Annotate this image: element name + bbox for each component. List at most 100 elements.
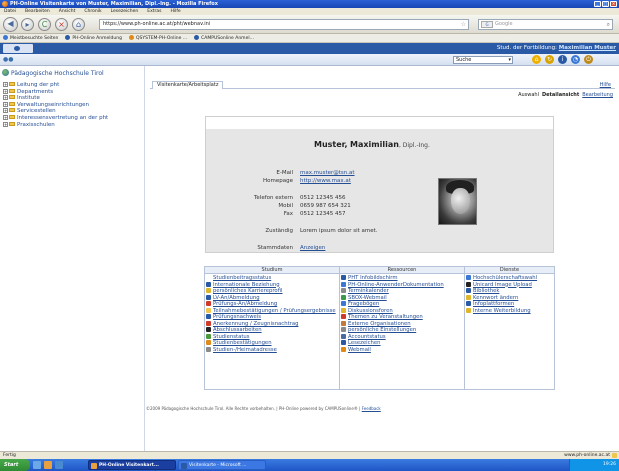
sidebar-title[interactable]: Pädagogische Hochschule Tirol <box>2 69 104 77</box>
tab-visitenkarte[interactable]: Visitenkarte/Arbeitsplatz <box>152 81 224 89</box>
service-label: Themen zu Veranstaltungen <box>348 314 423 321</box>
expand-icon[interactable]: + <box>3 121 8 127</box>
refresh-icon[interactable]: ↻ <box>545 55 554 64</box>
bookmark-label: PH-Online Anmeldung <box>72 36 122 41</box>
taskbar-firefox[interactable]: PH-Online Visitenkart... <box>88 460 176 470</box>
status-bar: Fertig www.ph-online.ac.at <box>0 451 619 459</box>
back-button[interactable]: ◀ <box>3 17 18 32</box>
bearbeitung-link[interactable]: Bearbeitung <box>582 92 613 98</box>
auswahl-link[interactable]: Auswahl <box>518 92 539 98</box>
service-icon <box>341 320 346 326</box>
logout-icon[interactable]: ⏻ <box>584 55 593 64</box>
service-link[interactable]: Webmail <box>340 347 464 354</box>
home-button[interactable]: ⌂ <box>72 18 85 31</box>
portal-nav-icons[interactable]: ●● <box>3 56 13 63</box>
bookmark-item[interactable]: Meistbesuchte Seiten <box>3 34 58 42</box>
service-label: Accountstatus <box>348 333 386 340</box>
service-icon <box>206 327 211 333</box>
maximize-button[interactable]: □ <box>602 1 609 7</box>
menu-bearbeiten[interactable]: Bearbeiten <box>25 8 50 15</box>
bookmark-icon <box>128 35 134 40</box>
last-name: Muster, <box>314 140 348 149</box>
user-name-link[interactable]: Maximilian Muster <box>559 45 616 51</box>
email-link[interactable]: max.muster@tsn.at <box>300 170 355 176</box>
service-icon <box>341 294 346 300</box>
service-icon <box>206 333 211 339</box>
address-bar[interactable]: https://www.ph-online.ac.at/pht/webnav.i… <box>99 19 469 30</box>
column-ressourcen: Ressourcen PHT Infobildschirm PH-Online-A… <box>340 267 465 389</box>
menu-datei[interactable]: Datei <box>4 8 16 15</box>
sidebar-item-service[interactable]: + Servicestellen <box>3 108 108 115</box>
google-engine-icon[interactable]: G <box>481 21 493 28</box>
mobile-label: Mobil <box>278 203 293 209</box>
menu-ansicht[interactable]: Ansicht <box>59 8 76 15</box>
service-icon <box>466 307 471 313</box>
address-url: https://www.ph-online.ac.at/pht/webnav.i… <box>103 21 211 27</box>
service-label: Prüfungsnachweis <box>213 314 262 321</box>
window-controls: _ □ × <box>594 1 617 7</box>
bookmark-item[interactable]: CAMPUSonline Anmel... <box>194 34 254 42</box>
sidebar-item-institute[interactable]: + Institute <box>3 95 108 102</box>
sidebar-item-interessen[interactable]: + Interessensvertretung an der pht <box>3 114 108 122</box>
expand-icon[interactable]: + <box>3 95 8 101</box>
folder-icon <box>9 88 15 93</box>
expand-icon[interactable]: + <box>3 82 8 87</box>
reload-button[interactable]: C <box>38 18 51 31</box>
info-icon[interactable]: i <box>558 55 567 64</box>
homepage-link[interactable]: http://www.max.at <box>300 178 351 184</box>
firefox-quick-icon[interactable] <box>44 461 52 469</box>
clock-icon[interactable]: ◔ <box>571 55 580 64</box>
folder-icon <box>9 108 15 113</box>
bookmark-star-icon[interactable]: ☆ <box>461 20 466 29</box>
service-label: Anerkennung / Zeugnisnachtrag <box>213 320 299 327</box>
sidebar: Pädagogische Hochschule Tirol + Leitung d… <box>0 66 145 451</box>
expand-icon[interactable]: + <box>3 101 8 107</box>
sidebar-item-leitung[interactable]: + Leitung der pht <box>3 82 108 89</box>
minimize-button[interactable]: _ <box>594 1 601 7</box>
search-select[interactable]: Suche <box>453 56 513 64</box>
menu-extras[interactable]: Extras <box>147 8 161 15</box>
stammdaten-link[interactable]: Anzeigen <box>300 245 325 251</box>
service-icon <box>341 307 346 313</box>
bookmark-item[interactable]: QSYSTEM-PH-Online ... <box>128 34 187 42</box>
expand-icon[interactable]: + <box>3 114 8 120</box>
service-link[interactable]: Studien-/Heimatadresse <box>205 347 339 354</box>
expand-icon[interactable]: + <box>3 108 8 114</box>
portal-logo[interactable] <box>3 44 33 53</box>
ie-quick-icon[interactable] <box>55 461 63 469</box>
menu-hilfe[interactable]: Hilfe <box>170 8 180 15</box>
start-button[interactable]: Start <box>0 459 30 471</box>
status-text: Fertig <box>3 453 16 458</box>
forward-button[interactable]: ▸ <box>21 18 34 31</box>
service-icon <box>206 314 211 320</box>
sidebar-item-praxisschulen[interactable]: + Praxisschulen <box>3 121 108 129</box>
help-link[interactable]: Hilfe <box>600 82 611 88</box>
firefox-icon <box>2 1 8 7</box>
service-label: Diskussionsforen <box>348 307 393 314</box>
detailansicht-link[interactable]: Detailansicht <box>542 92 579 98</box>
bookmark-icon <box>65 35 71 40</box>
folder-icon <box>9 121 15 126</box>
sidebar-item-verwaltung[interactable]: + Verwaltungseinrichtungen <box>3 101 108 109</box>
service-icon <box>341 275 346 280</box>
taskbar-word[interactable]: Visitenkarte - Microsoft ... <box>178 460 266 470</box>
stop-button[interactable]: × <box>55 18 68 31</box>
menu-lesezeichen[interactable]: Lesezeichen <box>111 8 139 15</box>
sidebar-item-departments[interactable]: + Departments <box>3 88 108 96</box>
search-icon[interactable]: ⌕ <box>607 20 610 29</box>
service-label: Studienbeitragsstatus <box>213 275 272 281</box>
menu-chronik[interactable]: Chronik <box>84 8 101 15</box>
expand-icon[interactable]: + <box>3 88 8 94</box>
feedback-link[interactable]: Feedback <box>362 406 381 411</box>
stammdaten-label: Stammdaten <box>257 245 293 251</box>
search-input[interactable]: G Google ⌕ <box>478 19 613 30</box>
bookmarks-toolbar: Meistbesuchte Seiten PH-Online Anmeldung… <box>0 34 619 43</box>
bookmark-item[interactable]: PH-Online Anmeldung <box>65 34 122 42</box>
close-button[interactable]: × <box>610 1 617 7</box>
photo-face <box>451 188 470 214</box>
home-icon[interactable]: ⌂ <box>532 55 541 64</box>
service-link[interactable]: Interne Weiterbildung <box>465 307 554 315</box>
show-desktop-icon[interactable] <box>33 461 41 469</box>
service-label: Prüfungs-An/Abmeldung <box>213 301 278 308</box>
lock-icon[interactable] <box>612 453 617 458</box>
